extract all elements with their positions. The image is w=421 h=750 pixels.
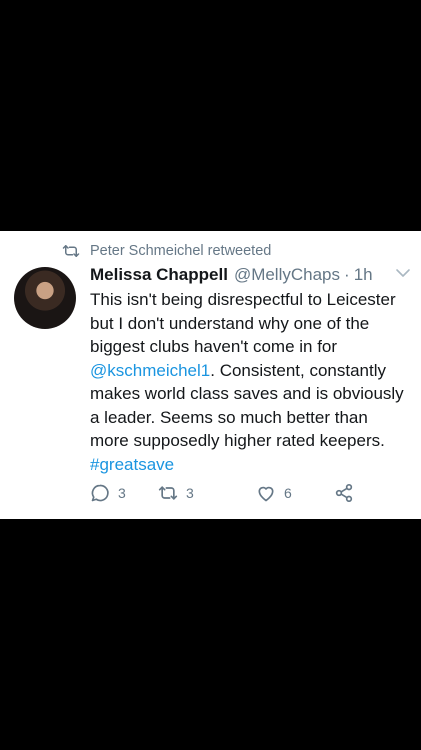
timestamp[interactable]: 1h [354, 265, 373, 285]
tweet-header: Melissa Chappell @MellyChaps · 1h [90, 265, 410, 285]
retweet-action-icon [158, 486, 178, 500]
retweet-button[interactable]: 3 [158, 483, 194, 503]
like-button[interactable]: 6 [256, 483, 292, 503]
share-button[interactable] [334, 483, 362, 503]
retweet-context-text: Peter Schmeichel retweeted [90, 243, 272, 259]
reply-button[interactable]: 3 [90, 483, 126, 503]
heart-icon [258, 486, 274, 502]
tweet-card[interactable]: Peter Schmeichel retweeted Melissa Chapp… [0, 231, 421, 519]
reply-icon [91, 484, 109, 502]
like-count: 6 [284, 485, 292, 501]
author-handle[interactable]: @MellyChaps [234, 265, 340, 285]
author-name[interactable]: Melissa Chappell [90, 265, 228, 285]
retweet-count: 3 [186, 485, 194, 501]
separator: · [344, 265, 350, 284]
tweet-actions: 3 3 6 [90, 483, 390, 507]
hashtag-link[interactable]: #greatsave [90, 455, 174, 474]
tweet-text-part: This isn't being disrespectful to Leices… [90, 290, 396, 356]
tweet-text: This isn't being disrespectful to Leices… [90, 288, 410, 476]
mention-link[interactable]: @kschmeichel1 [90, 361, 210, 380]
retweet-context[interactable]: Peter Schmeichel retweeted [62, 243, 271, 259]
reply-count: 3 [118, 485, 126, 501]
avatar[interactable] [14, 267, 76, 329]
retweet-icon [62, 245, 80, 257]
share-icon [335, 484, 353, 503]
chevron-down-icon[interactable] [395, 267, 411, 279]
